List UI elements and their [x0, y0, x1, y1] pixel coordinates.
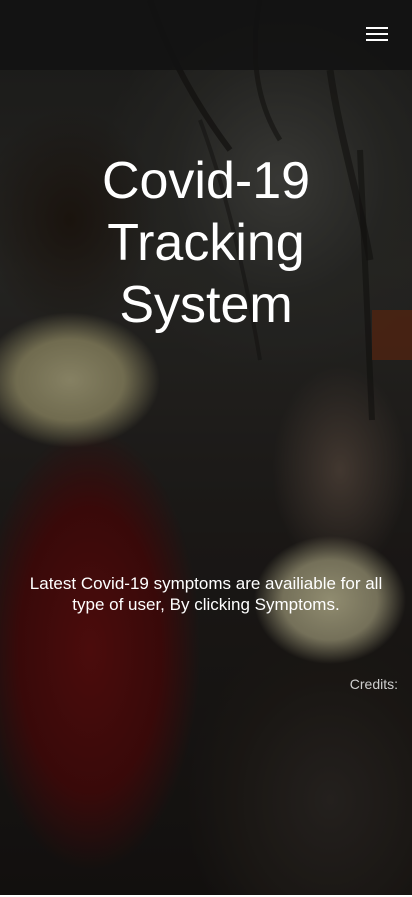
top-navbar: [0, 0, 412, 70]
menu-bar-middle: [366, 33, 388, 35]
hamburger-menu-icon[interactable]: [366, 24, 388, 42]
menu-bar-bottom: [366, 39, 388, 41]
credits-link[interactable]: Credits:: [350, 676, 398, 692]
hero-title: Covid-19 Tracking System: [20, 150, 392, 336]
hero-dark-overlay: [0, 0, 412, 897]
hero-tagline: Latest Covid-19 symptoms are availiable …: [29, 574, 383, 614]
menu-bar-top: [366, 27, 388, 29]
hero-title-line-3: System: [119, 276, 293, 334]
hero-title-line-1: Covid-19: [101, 152, 311, 210]
page: Covid-19 Tracking System Latest Covid-19…: [0, 0, 412, 897]
hero-title-line-2: Tracking: [107, 214, 305, 272]
